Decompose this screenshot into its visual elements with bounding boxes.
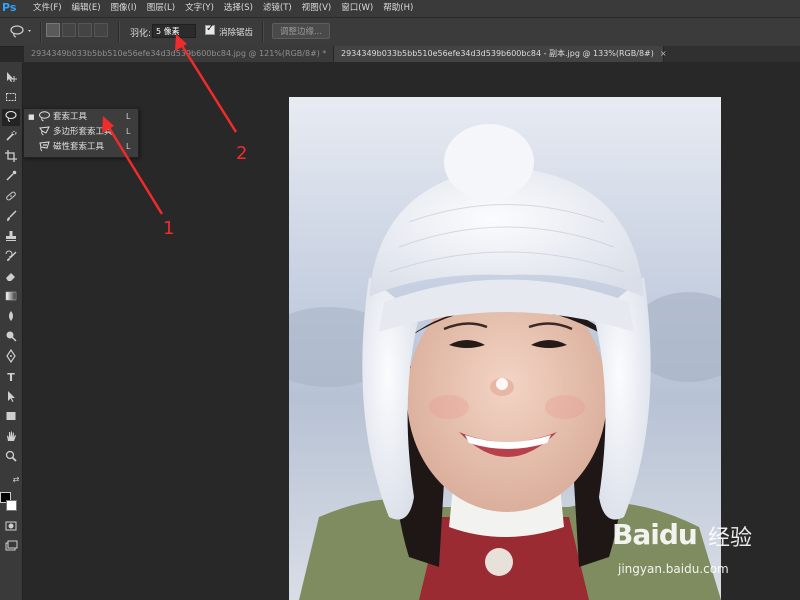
baidu-logo: Baidu (612, 518, 698, 551)
annotation-label-2: 2 (236, 143, 248, 164)
baidu-watermark: Baidu 经验 jingyan.baidu.com (612, 510, 798, 590)
watermark-url: jingyan.baidu.com (618, 562, 729, 576)
annotation-label-1: 1 (163, 218, 175, 239)
jingyan-text: 经验 (708, 526, 753, 551)
